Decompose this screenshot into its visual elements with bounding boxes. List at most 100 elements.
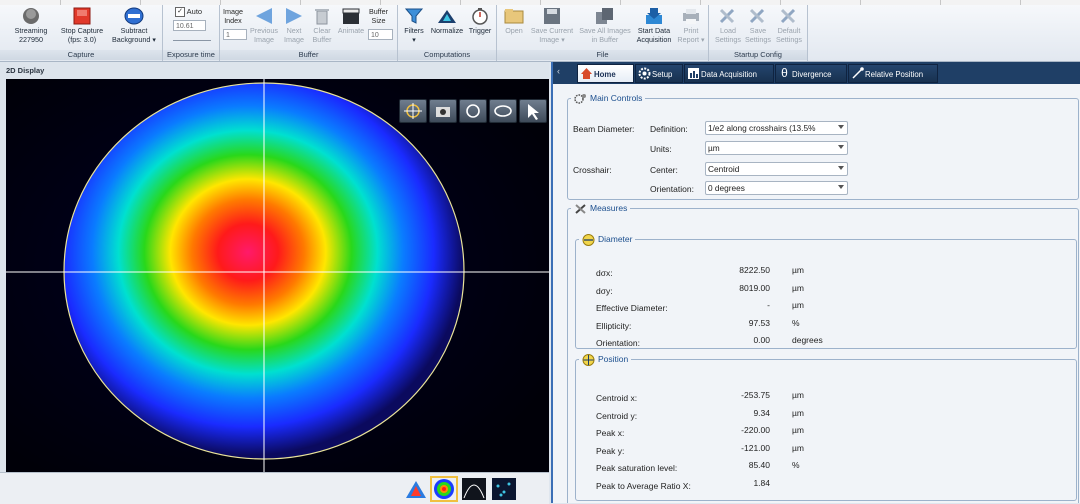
units-select[interactable]: µm: [705, 141, 848, 155]
diameter-row-label: Ellipticity:: [596, 320, 632, 331]
3d-view-icon[interactable]: [404, 478, 428, 500]
scroll-left-icon[interactable]: ‹: [557, 66, 560, 76]
subtract-icon: [124, 7, 144, 25]
stopwatch-icon: [472, 8, 488, 25]
stop-capture-button[interactable]: Stop Capture (fps: 3.0): [56, 7, 108, 44]
previous-image-button[interactable]: Previous Image: [248, 7, 280, 44]
diameter-row-unit: µm: [792, 300, 804, 310]
2d-view-icon[interactable]: [430, 476, 458, 502]
buffer-group-label: Buffer: [220, 50, 397, 60]
trigger-button[interactable]: Trigger: [466, 7, 494, 35]
tab-home[interactable]: Home: [577, 64, 634, 83]
auto-exposure-checkbox[interactable]: ✓ Auto: [175, 7, 203, 18]
diameter-row-unit: µm: [792, 265, 804, 275]
tab-setup[interactable]: Setup: [635, 64, 683, 83]
diameter-row-label: Orientation:: [596, 338, 640, 348]
definition-label: Definition:: [650, 124, 688, 134]
rotate-icon[interactable]: [459, 99, 487, 123]
right-panel: Home Setup Data Acquisition θ Divergence…: [551, 62, 1080, 503]
definition-select[interactable]: 1/e2 along crosshairs (13.5%: [705, 121, 848, 135]
image-index-input[interactable]: 1: [223, 29, 247, 40]
crosshair-label: Crosshair:: [573, 165, 612, 175]
save-all-images-button[interactable]: Save All Images in Buffer: [577, 7, 633, 44]
streaming-count: 227950: [19, 35, 43, 44]
file-group: Open Save Current Image ▾ Save All Images…: [497, 5, 709, 61]
tab-divergence[interactable]: θ Divergence: [775, 64, 847, 83]
streaming-label: Streaming: [14, 26, 48, 35]
subtract-label: Subtract: [120, 26, 148, 35]
diameter-row-label: dσy:: [596, 285, 613, 296]
position-icon: [582, 353, 595, 366]
filters-button[interactable]: Filters ▾: [400, 7, 428, 44]
controls-icon: [574, 93, 586, 104]
save-settings-button[interactable]: Save Settings: [743, 7, 773, 44]
position-legend: Position: [579, 353, 632, 366]
diameter-row-label: Effective Diameter:: [596, 303, 668, 313]
crosshair-tool-icon[interactable]: [399, 99, 427, 123]
streaming-button[interactable]: Streaming 227950: [10, 7, 52, 44]
camera-icon[interactable]: [429, 99, 457, 123]
beam-image[interactable]: [6, 79, 549, 489]
position-row-unit: µm: [792, 442, 804, 453]
home-tab-content: Main Controls Beam Diameter: Definition:…: [553, 84, 1080, 503]
chart-icon: [688, 68, 699, 79]
auto-label: Auto: [186, 7, 203, 16]
position-row-value: 85.40: [748, 460, 770, 471]
chevron-down-icon: ▾: [700, 35, 705, 44]
position-row-label: Peak y:: [596, 445, 625, 456]
buffer-size-input[interactable]: 10: [368, 29, 393, 40]
orientation-select[interactable]: 0 degrees: [705, 181, 848, 195]
fps-label: (fps: 3.0): [67, 35, 97, 44]
orientation-label: Orientation:: [650, 184, 694, 194]
display-panel: 2D Display: [0, 62, 549, 504]
beam-diameter-label: Beam Diameter:: [573, 124, 635, 134]
next-image-button[interactable]: Next Image: [280, 7, 308, 44]
file-group-label: File: [497, 50, 708, 60]
subtract-background-button[interactable]: Subtract Background ▾: [108, 7, 160, 44]
open-button[interactable]: Open: [500, 7, 528, 35]
floppy-icon: [544, 8, 560, 24]
exposure-slider[interactable]: [173, 34, 211, 41]
chevron-down-icon: ▾: [412, 35, 416, 44]
position-row-label: Centroid y:: [596, 410, 638, 421]
tools-icon: [780, 8, 796, 24]
position-row-unit: µm: [792, 390, 804, 400]
position-row-unit: µm: [792, 407, 804, 418]
scatter-view-icon[interactable]: [492, 478, 516, 500]
tab-relative-position[interactable]: Relative Position: [848, 64, 938, 83]
normalize-button[interactable]: Normalize: [428, 7, 466, 35]
diameter-row-value: 8019.00: [739, 282, 770, 293]
measure-tools-icon: [575, 204, 586, 214]
diameter-row-unit: degrees: [792, 335, 823, 345]
start-data-acquisition-button[interactable]: Start Data Acquisition: [634, 7, 674, 44]
clear-buffer-button[interactable]: Clear Buffer: [308, 7, 336, 44]
default-settings-button[interactable]: Default Settings: [773, 7, 805, 44]
center-select[interactable]: Centroid: [705, 162, 848, 176]
print-report-button[interactable]: Print Report ▾: [675, 7, 707, 44]
home-icon: [581, 68, 592, 79]
exposure-group: ✓ Auto 10.61 Exposure time: [163, 5, 220, 61]
save-current-image-button[interactable]: Save Current Image ▾: [528, 7, 576, 44]
animate-button[interactable]: Animate: [336, 7, 366, 35]
display-view-tools: [399, 99, 547, 123]
tab-bar: Home Setup Data Acquisition θ Divergence…: [553, 62, 1080, 84]
pointer-icon[interactable]: [519, 99, 547, 123]
tab-data-acquisition[interactable]: Data Acquisition: [684, 64, 774, 83]
buffer-size-label: Buffer Size: [369, 7, 389, 25]
center-label: Center:: [650, 165, 678, 175]
ellipse-tool-icon[interactable]: [489, 99, 517, 123]
diameter-row-value: -: [767, 300, 770, 310]
exposure-value-input[interactable]: 10.61: [173, 20, 206, 31]
position-row-value: 9.34: [753, 407, 770, 418]
buffer-group: Image Index 1 Previous Image Next Image Cle…: [220, 5, 398, 61]
arrow-right-icon: [286, 8, 302, 24]
profile-view-icon[interactable]: [462, 478, 486, 500]
load-settings-button[interactable]: Load Settings: [713, 7, 743, 44]
position-row-value: -220.00: [741, 425, 770, 436]
tools-icon: [719, 8, 735, 24]
image-index-label: Image Index: [223, 7, 243, 25]
arrow-left-icon: [256, 8, 272, 24]
capture-group-label: Capture: [0, 50, 162, 60]
position-row-label: Peak x:: [596, 428, 625, 439]
stop-capture-label: Stop Capture: [60, 26, 104, 35]
